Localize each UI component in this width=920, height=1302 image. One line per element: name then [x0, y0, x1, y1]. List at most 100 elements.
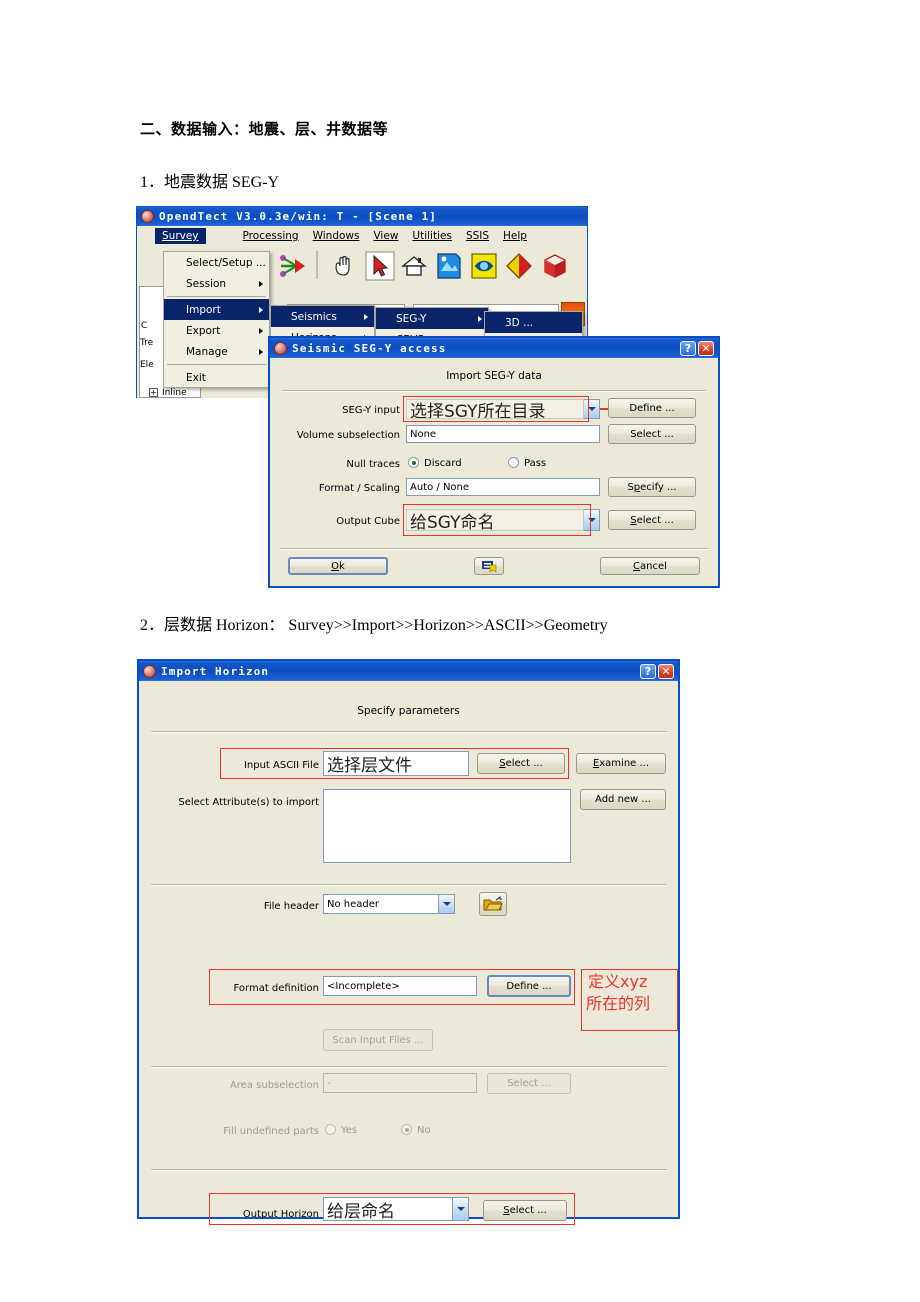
- output-horizon-field[interactable]: 给层命名: [323, 1197, 453, 1221]
- menu-item-import[interactable]: Import: [164, 299, 269, 320]
- divider: [280, 548, 708, 550]
- chevron-right-icon: [364, 313, 368, 320]
- menu-item-segy-label: SEG-Y: [396, 312, 427, 325]
- tree-expand-icon[interactable]: +: [149, 388, 158, 397]
- chevron-right-icon: [259, 306, 263, 313]
- opendtect-titlebar[interactable]: OpendTect V3.0.3e/win: T - [Scene 1]: [137, 207, 587, 226]
- format-scaling-field[interactable]: Auto / None: [406, 478, 600, 496]
- volume-cube-icon[interactable]: [540, 251, 570, 281]
- survey-dropdown-menu[interactable]: Select/Setup ... Session Import Export M…: [163, 251, 270, 388]
- output-cube-dropdown-arrow[interactable]: [584, 509, 600, 531]
- opendtect-logo-icon: [141, 210, 154, 223]
- ok-button[interactable]: Ok: [288, 557, 388, 575]
- menu-item-3d[interactable]: 3D ...: [485, 312, 582, 333]
- opendtect-logo-icon: [274, 341, 287, 355]
- input-ascii-label: Input ASCII File: [243, 760, 319, 771]
- menu-utilities-label: Utilities: [412, 230, 452, 242]
- chevron-down-icon: [587, 518, 596, 522]
- cancel-button[interactable]: Cancel: [600, 557, 700, 575]
- color-table-icon[interactable]: [504, 251, 534, 281]
- chevron-down-icon: [442, 902, 451, 906]
- file-header-field[interactable]: No header: [323, 894, 439, 914]
- menu-item-seismics-label: Seismics: [291, 310, 337, 323]
- menu-item-exit[interactable]: Exit: [164, 367, 269, 388]
- opendtect-menubar[interactable]: Survey Processing Windows View Utilities…: [137, 226, 587, 246]
- output-cube-select-button[interactable]: Select ...: [608, 510, 696, 530]
- horizon-dialog-title: Import Horizon: [161, 664, 270, 678]
- output-horizon-dropdown-arrow[interactable]: [453, 1197, 469, 1221]
- menu-item-manage[interactable]: Manage: [164, 341, 269, 362]
- menu-help[interactable]: Help: [496, 228, 534, 244]
- section-item-1: 1．地震数据 SEG-Y: [140, 174, 280, 191]
- fill-undefined-no-label: No: [417, 1125, 431, 1136]
- pan-hand-icon[interactable]: [329, 251, 359, 281]
- fill-undefined-no-radio: [401, 1124, 412, 1135]
- null-traces-label: Null traces: [346, 459, 400, 470]
- open-file-button[interactable]: [479, 892, 507, 916]
- file-header-label: File header: [263, 901, 319, 912]
- menu-item-export[interactable]: Export: [164, 320, 269, 341]
- attribute-arrow-icon[interactable]: [277, 251, 307, 281]
- home-view-icon[interactable]: [399, 251, 429, 281]
- toolbar-separator: [315, 251, 319, 281]
- menu-item-session-label: Session: [186, 277, 227, 290]
- menu-utilities[interactable]: Utilities: [405, 228, 459, 244]
- null-traces-discard-radio[interactable]: [408, 457, 419, 468]
- menu-item-select-setup[interactable]: Select/Setup ...: [164, 252, 269, 273]
- add-new-button[interactable]: Add new ...: [580, 789, 666, 810]
- menu-item-seismics[interactable]: Seismics: [271, 306, 374, 327]
- input-ascii-field[interactable]: 选择层文件: [323, 751, 469, 776]
- input-ascii-select-button[interactable]: Select ...: [477, 753, 565, 774]
- format-scaling-label: Format / Scaling: [318, 483, 400, 494]
- chevron-down-icon: [587, 407, 596, 411]
- segy-dialog-titlebar[interactable]: Seismic SEG-Y access ? ✕: [270, 338, 718, 358]
- menu-ssis[interactable]: SSIS: [459, 228, 496, 244]
- horizon-dialog-titlebar[interactable]: Import Horizon ? ✕: [139, 661, 678, 681]
- volume-subselection-field[interactable]: None: [406, 425, 600, 443]
- divider: [282, 390, 706, 392]
- segy-define-button[interactable]: Define ...: [608, 398, 696, 418]
- segy-dialog-body: Import SEG-Y data SEG-Y input 选择SGY所在目录 …: [270, 358, 718, 586]
- null-traces-pass-radio[interactable]: [508, 457, 519, 468]
- format-specify-button[interactable]: Specify ...: [608, 477, 696, 497]
- segy-input-field[interactable]: 选择SGY所在目录: [406, 399, 584, 419]
- menu-processing[interactable]: Processing: [236, 228, 306, 244]
- format-definition-field[interactable]: <Incomplete>: [323, 976, 477, 996]
- file-header-dropdown-arrow[interactable]: [439, 894, 455, 914]
- segy-input-label: SEG-Y input: [342, 405, 400, 416]
- close-icon[interactable]: ✕: [658, 663, 674, 679]
- menu-view[interactable]: View: [366, 228, 405, 244]
- attributes-label: Select Attribute(s) to import: [178, 797, 319, 808]
- chevron-right-icon: [478, 315, 482, 322]
- output-horizon-select-button[interactable]: Select ...: [483, 1200, 567, 1221]
- output-cube-field[interactable]: 给SGY命名: [406, 509, 584, 531]
- volume-select-button[interactable]: Select ...: [608, 424, 696, 444]
- open-folder-icon: [483, 896, 503, 911]
- help-button[interactable]: ?: [640, 663, 656, 679]
- menu-survey[interactable]: Survey: [155, 228, 206, 244]
- divider: [151, 884, 667, 886]
- annotation-text-line1: 定义xyz: [588, 972, 648, 991]
- null-traces-pass-label: Pass: [524, 458, 547, 469]
- scene-properties-icon[interactable]: [434, 251, 464, 281]
- chevron-right-icon: [259, 348, 263, 355]
- segy-dialog[interactable]: Seismic SEG-Y access ? ✕ Import SEG-Y da…: [268, 336, 720, 588]
- menu-item-3d-label: 3D ...: [505, 316, 534, 329]
- segy-input-dropdown-arrow[interactable]: [584, 399, 600, 419]
- help-button[interactable]: ?: [680, 340, 696, 356]
- annotation-text-line2: 所在的列: [586, 994, 651, 1013]
- menu-item-session[interactable]: Session: [164, 273, 269, 294]
- input-ascii-examine-button[interactable]: Examine ...: [576, 753, 666, 774]
- format-define-button[interactable]: Define ...: [487, 975, 571, 997]
- pointer-arrow-icon[interactable]: [365, 251, 395, 281]
- close-icon[interactable]: ✕: [698, 340, 714, 356]
- horizon-dialog[interactable]: Import Horizon ? ✕ Specify parameters In…: [137, 659, 680, 1225]
- attributes-listbox[interactable]: [323, 789, 571, 863]
- save-defaults-icon-button[interactable]: [474, 557, 504, 575]
- menu-windows[interactable]: Windows: [306, 228, 367, 244]
- view-mode-icon[interactable]: [469, 251, 499, 281]
- menu-divider: [167, 364, 266, 365]
- menu-item-segy[interactable]: SEG-Y: [376, 308, 488, 329]
- menu-windows-label: Windows: [312, 230, 360, 242]
- horizon-dialog-body: Specify parameters Input ASCII File 选择层文…: [139, 681, 678, 1225]
